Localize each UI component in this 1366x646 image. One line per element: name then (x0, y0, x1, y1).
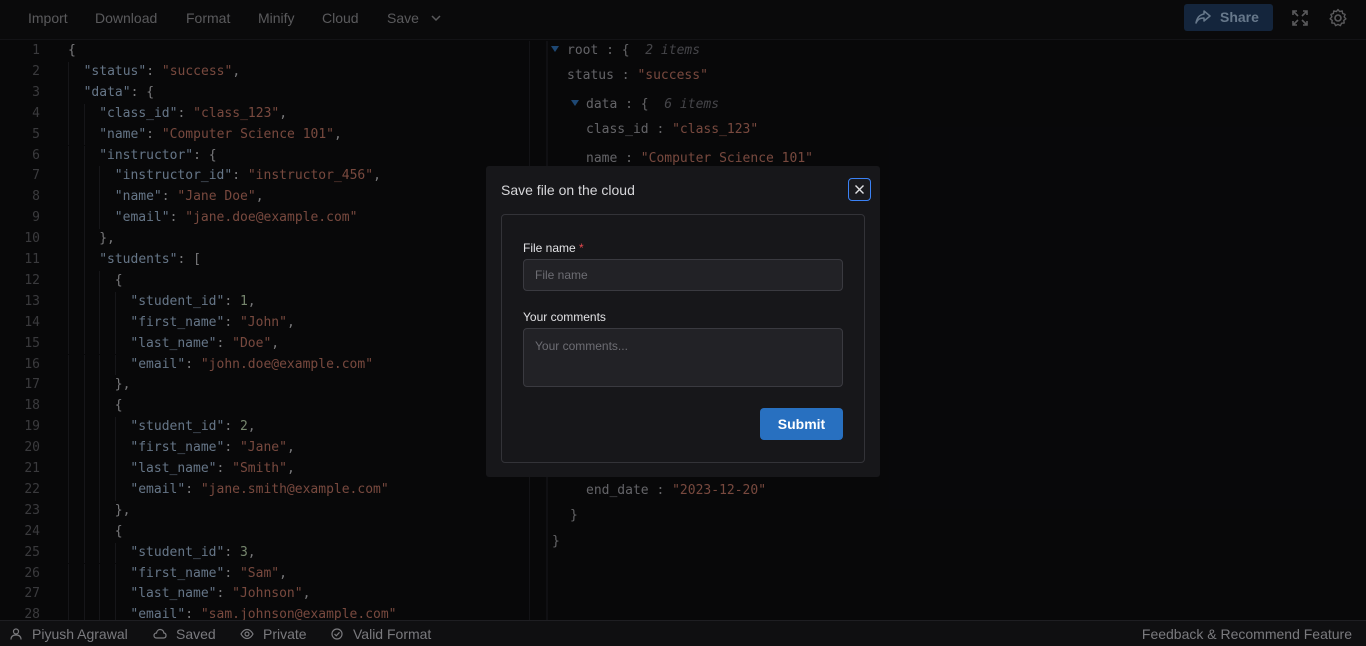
user-icon (10, 628, 22, 640)
save-form: File name * Your comments Submit (501, 214, 865, 463)
submit-button[interactable]: Submit (760, 408, 843, 440)
status-user[interactable]: Piyush Agrawal (10, 626, 135, 642)
validity-status: Valid Format (353, 626, 432, 642)
close-button[interactable] (848, 178, 871, 201)
status-saved[interactable]: Saved (153, 626, 223, 642)
comments-textarea[interactable] (523, 328, 843, 387)
user-name: Piyush Agrawal (32, 626, 128, 642)
cloud-icon (153, 628, 167, 639)
dialog-title: Save file on the cloud (501, 182, 635, 198)
feedback-link[interactable]: Feedback & Recommend Feature (1142, 626, 1352, 642)
required-mark: * (579, 241, 584, 255)
status-visibility[interactable]: Private (240, 626, 310, 642)
status-bar: Piyush Agrawal Saved Private Valid Forma… (0, 620, 1366, 646)
visibility-status: Private (263, 626, 307, 642)
close-icon (855, 185, 864, 194)
saved-status: Saved (176, 626, 216, 642)
file-name-input[interactable] (523, 259, 843, 291)
status-validity[interactable]: Valid Format (331, 626, 441, 642)
file-name-label: File name * (523, 241, 584, 255)
check-circle-icon (331, 628, 343, 640)
comments-label: Your comments (523, 310, 606, 324)
save-cloud-dialog: Save file on the cloud File name * Your … (486, 166, 880, 477)
eye-icon (240, 628, 254, 640)
file-name-label-text: File name (523, 241, 576, 255)
